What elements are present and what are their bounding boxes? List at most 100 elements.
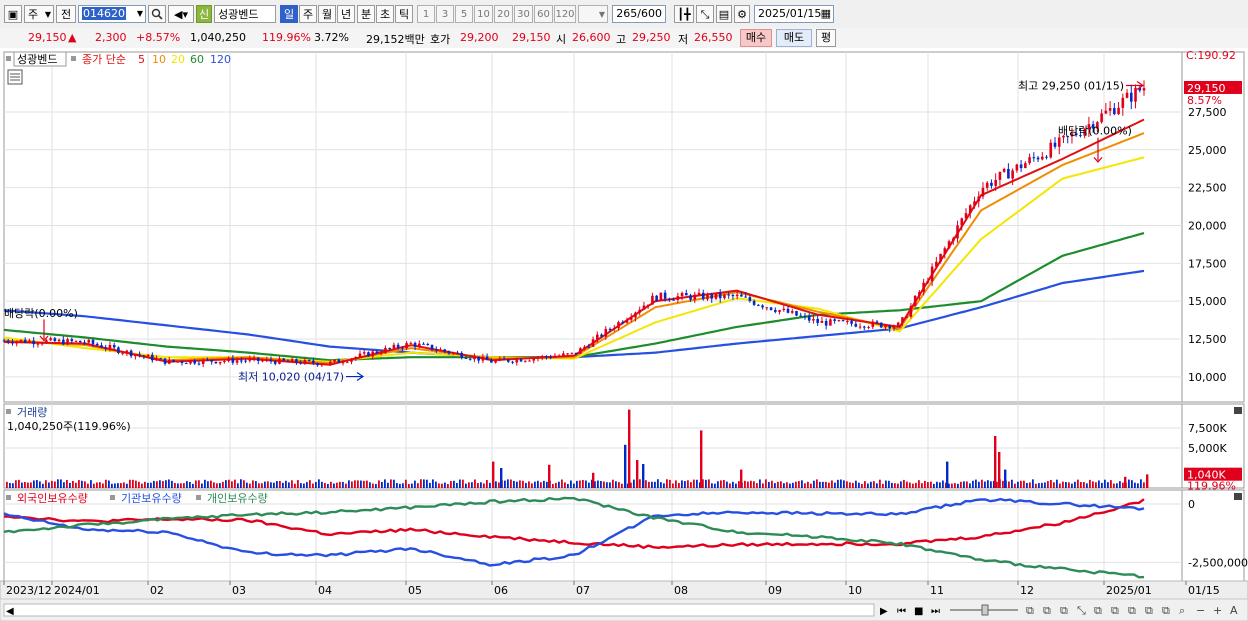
- save-icon[interactable]: ▤: [716, 5, 732, 23]
- candle-body: [981, 187, 985, 197]
- zoom-icon: ⌕: [1179, 604, 1185, 617]
- candle-body: [583, 346, 586, 349]
- period-second-button[interactable]: 초: [376, 5, 394, 23]
- candle-body: [638, 309, 641, 313]
- gear-icon[interactable]: ⚙: [734, 5, 750, 23]
- volume-bar: [183, 483, 185, 488]
- candle-body: [718, 292, 722, 299]
- period-day-button[interactable]: 일: [280, 5, 298, 23]
- volume-bar: [1143, 482, 1145, 488]
- interval-button[interactable]: 30: [514, 5, 533, 23]
- bar-count-input[interactable]: 265/600: [612, 5, 666, 23]
- candle-body: [329, 361, 332, 365]
- period-month-button[interactable]: 월: [318, 5, 336, 23]
- candle-body: [528, 360, 531, 362]
- volume-bar: [810, 483, 812, 488]
- volume-bar: [216, 483, 218, 488]
- panel-bullet-icon: [6, 56, 11, 61]
- candle-body: [197, 363, 201, 365]
- volume-bar: [1107, 482, 1109, 488]
- holding-legend-item: 개인보유수량: [207, 492, 268, 505]
- date-input[interactable]: 2025/01/15 ▦: [754, 5, 834, 23]
- interval-button[interactable]: 3: [436, 5, 454, 23]
- layout-icon: ⧉: [1145, 604, 1153, 617]
- period-minute-button[interactable]: 분: [357, 5, 375, 23]
- volume-bar: [285, 480, 287, 488]
- candle-type-icon[interactable]: ┃╋: [674, 5, 694, 23]
- candle-body: [735, 294, 739, 297]
- panel-close-icon: [1234, 407, 1242, 414]
- period-tick-button[interactable]: 틱: [395, 5, 413, 23]
- volume-bar: [558, 481, 560, 488]
- volume-bar: [720, 480, 722, 488]
- volume-bar: [471, 482, 473, 488]
- x-tick-label: 03: [232, 584, 246, 597]
- candle-body: [28, 340, 31, 343]
- period-type-select[interactable]: 주 ▼: [24, 5, 54, 23]
- interval-button[interactable]: 60: [534, 5, 553, 23]
- search-icon[interactable]: [148, 5, 166, 23]
- candle-body: [629, 317, 633, 320]
- last-volume-pct: 119.96%: [1187, 480, 1236, 493]
- volume-bar: [1008, 481, 1010, 488]
- volume-bar: [552, 483, 554, 488]
- candle-body: [413, 342, 417, 347]
- candle-body: [227, 358, 230, 362]
- y-tick-label: 7,500K: [1188, 422, 1227, 435]
- candle-body: [549, 356, 552, 358]
- time-axis-bar: [0, 580, 1248, 600]
- interval-button[interactable]: 20: [494, 5, 513, 23]
- volume-bar: [930, 481, 932, 488]
- speaker-icon[interactable]: ◀▾: [168, 5, 194, 23]
- volume-bar: [762, 483, 764, 488]
- volume-bar: [270, 482, 272, 488]
- window-menu-icon[interactable]: ▣: [4, 5, 22, 23]
- volume-bar: [582, 480, 584, 488]
- volume-bar: [1137, 483, 1139, 488]
- candle-body: [570, 352, 574, 354]
- line-tool-icon[interactable]: ⤡: [696, 5, 714, 23]
- candle-body: [15, 341, 19, 344]
- turnover-rate: 3.72%: [314, 31, 349, 44]
- volume-bar: [519, 480, 521, 488]
- interval-button[interactable]: 1: [417, 5, 435, 23]
- bar-count-value: 265: [616, 7, 638, 20]
- interval-dropdown[interactable]: ▼: [578, 5, 608, 23]
- volume-bar: [1074, 481, 1076, 488]
- candle-body: [1134, 87, 1137, 102]
- candle-body: [765, 307, 769, 309]
- volume-bar: [408, 483, 410, 488]
- volume-bar: [798, 481, 800, 488]
- prev-button[interactable]: 전: [56, 5, 76, 23]
- period-week-button[interactable]: 주: [299, 5, 317, 23]
- volume-bar: [405, 479, 407, 488]
- stock-chart[interactable]: 최고 29,250 (01/15) 최저 10,020 (04/17) 배당락(0.…: [0, 48, 1248, 621]
- sell-button[interactable]: 매도: [776, 29, 812, 47]
- volume-bar: [858, 482, 860, 488]
- interval-button[interactable]: 10: [474, 5, 493, 23]
- ma-legend-item: 5: [138, 53, 145, 66]
- candle-body: [312, 360, 315, 364]
- volume-bar: [672, 483, 674, 488]
- candle-body: [447, 351, 451, 354]
- interval-button[interactable]: 120: [554, 5, 576, 23]
- candle-body: [646, 304, 650, 306]
- candle-body: [918, 292, 921, 296]
- stock-code-input[interactable]: 014620 ▼: [78, 5, 146, 23]
- candle-body: [1121, 97, 1125, 108]
- candle-body: [112, 345, 116, 348]
- candle-body: [1028, 157, 1031, 164]
- candle-body: [409, 342, 413, 344]
- candle-body: [710, 294, 714, 299]
- volume-bar: [729, 483, 731, 488]
- candle-body: [83, 342, 86, 344]
- eval-button[interactable]: 평: [816, 29, 836, 47]
- volume-bar: [375, 483, 377, 488]
- volume-panel-title: 거래량: [17, 406, 47, 419]
- buy-button[interactable]: 매수: [740, 29, 772, 47]
- panel-close-icon: [1234, 493, 1242, 500]
- volume-bar: [903, 479, 905, 488]
- stock-name-field[interactable]: 성광벤드: [214, 5, 276, 23]
- interval-button[interactable]: 5: [455, 5, 473, 23]
- period-year-button[interactable]: 년: [337, 5, 355, 23]
